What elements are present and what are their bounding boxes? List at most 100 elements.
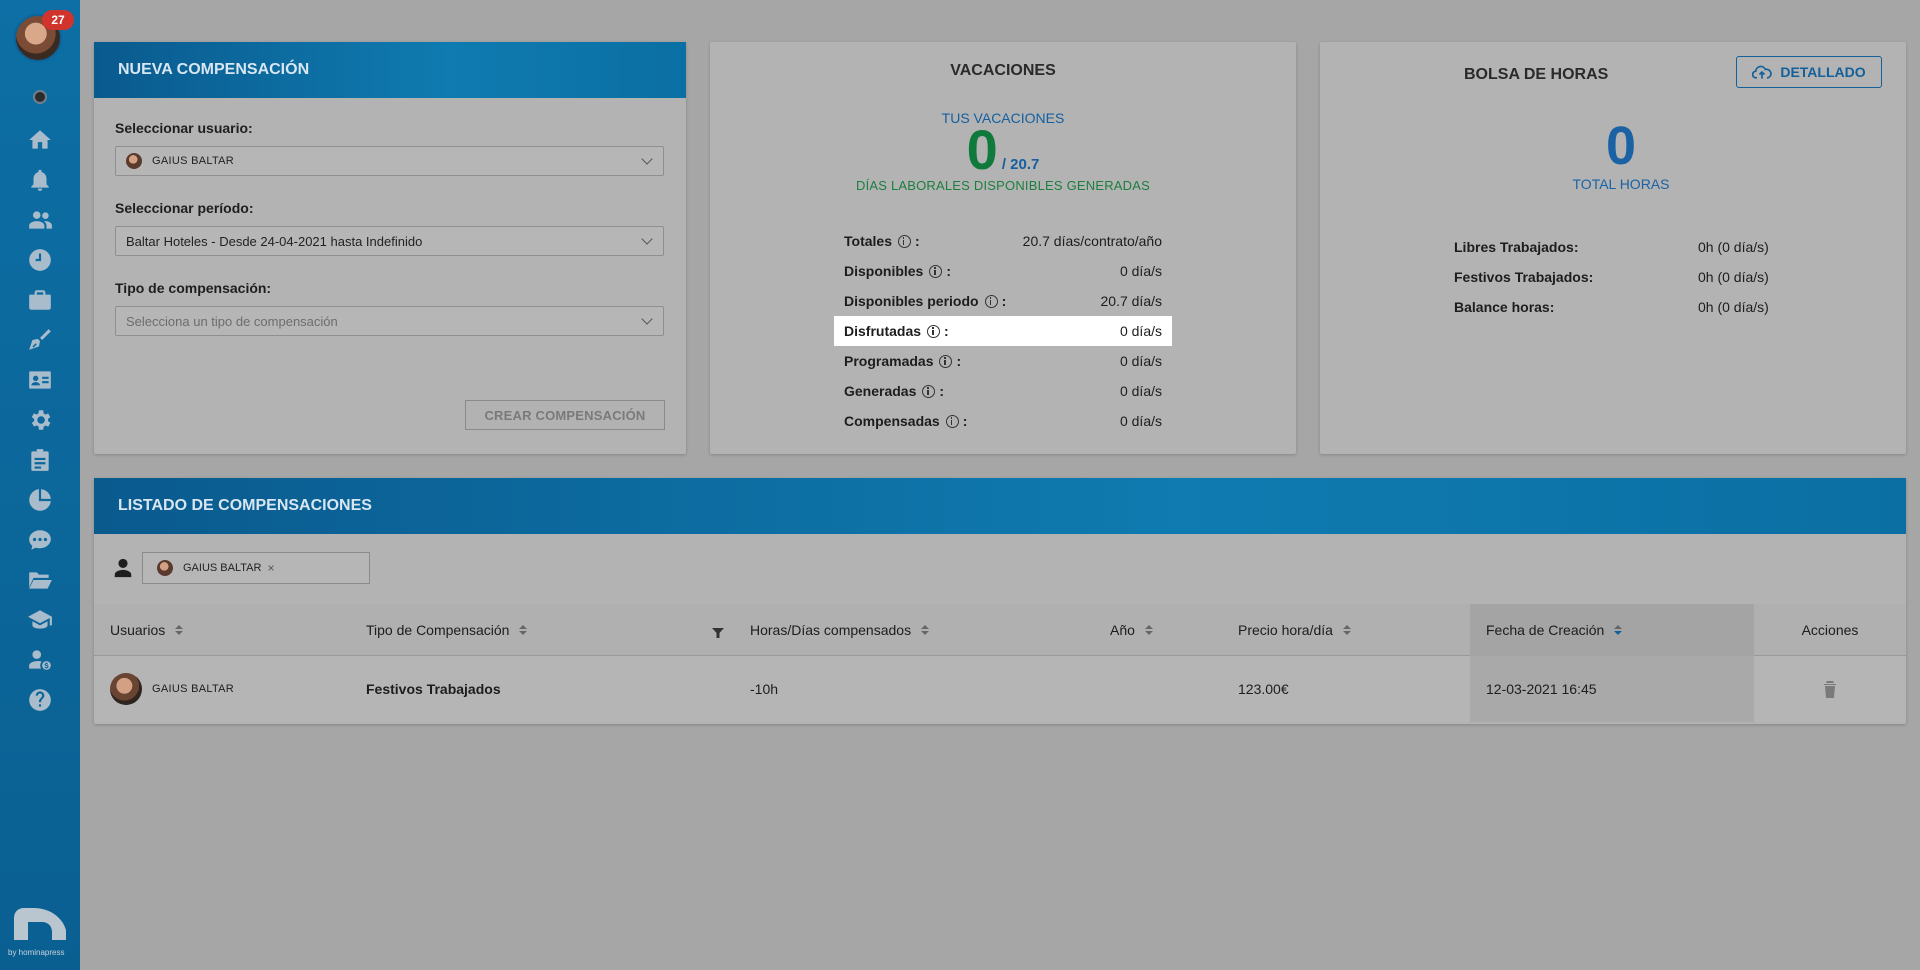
nav-tasks[interactable] <box>0 440 80 480</box>
nav-users[interactable] <box>0 200 80 240</box>
vacation-row-label: Disponibles periodo <box>844 293 979 309</box>
cell-anio <box>1094 656 1222 722</box>
vacation-row-totales: Totales:20.7 días/contrato/año <box>844 233 1162 249</box>
vacation-row-value: 20.7 días/contrato/año <box>1022 233 1162 249</box>
hours-row-value: 0h (0 día/s) <box>1698 269 1769 285</box>
hours-bank-title: BOLSA DE HORAS <box>1464 66 1609 83</box>
type-select[interactable]: Selecciona un tipo de compensación <box>115 306 664 336</box>
column-label: Horas/Días compensados <box>750 622 912 638</box>
trash-icon[interactable] <box>1823 680 1837 698</box>
nav-home[interactable] <box>0 120 80 160</box>
nav-notifications[interactable] <box>0 160 80 200</box>
info-icon[interactable] <box>927 324 941 338</box>
chevron-down-icon <box>641 153 653 165</box>
vacation-row-value: 20.7 día/s <box>1100 293 1163 309</box>
vacations-available-value: 0 <box>966 118 998 181</box>
create-compensation-button[interactable]: CREAR COMPENSACIÓN <box>465 400 665 430</box>
vacation-row-programadas: Programadas:0 día/s <box>844 353 1162 369</box>
info-icon[interactable] <box>984 294 998 308</box>
vacation-row-compensadas: Compensadas:0 día/s <box>844 413 1162 429</box>
logo-text: by hominapress <box>8 948 65 957</box>
graduation-cap-icon <box>28 610 52 629</box>
nav-payroll[interactable] <box>0 640 80 680</box>
period-select[interactable]: Baltar Hoteles - Desde 24-04-2021 hasta … <box>115 226 664 256</box>
column-header-tipo[interactable]: Tipo de Compensación <box>350 604 734 656</box>
nav-reports[interactable] <box>0 480 80 520</box>
nav-work[interactable] <box>0 280 80 320</box>
sort-icon <box>1342 625 1351 635</box>
detailed-button[interactable]: DETALLADO <box>1736 56 1882 88</box>
filter-icon[interactable] <box>712 625 724 638</box>
nav-help[interactable] <box>0 680 80 720</box>
nav-messages[interactable] <box>0 520 80 560</box>
user-filter-input[interactable]: GAIUS BALTAR × <box>142 552 370 584</box>
vacations-title: VACACIONES <box>950 62 1056 79</box>
filter-chip-label: GAIUS BALTAR <box>183 562 262 574</box>
new-compensation-card: NUEVA COMPENSACIÓN Seleccionar usuario: … <box>94 42 686 454</box>
vacation-row-disfrutadas: Disfrutadas:0 día/s <box>834 316 1172 346</box>
compensations-list-card: LISTADO DE COMPENSACIONES GAIUS BALTAR ×… <box>94 478 1906 724</box>
info-icon[interactable] <box>939 354 953 368</box>
nav-time[interactable] <box>0 240 80 280</box>
column-header-precio[interactable]: Precio hora/día <box>1222 604 1470 656</box>
vacation-row-label: Totales <box>844 233 892 249</box>
close-icon[interactable]: × <box>267 561 274 575</box>
briefcase-icon <box>29 290 51 310</box>
compensations-list-title: LISTADO DE COMPENSACIONES <box>94 478 1906 534</box>
nav-documents[interactable] <box>0 560 80 600</box>
help-icon <box>29 689 51 711</box>
column-header-fecha[interactable]: Fecha de Creación <box>1470 604 1754 656</box>
vacations-breakdown: Totales:20.7 días/contrato/año Disponibl… <box>834 226 1172 436</box>
vacation-row-label: Programadas <box>844 353 934 369</box>
column-header-usuarios[interactable]: Usuarios <box>94 604 350 656</box>
id-card-icon <box>29 371 51 389</box>
user-money-icon <box>29 650 51 670</box>
column-label: Tipo de Compensación <box>366 622 510 638</box>
vacations-total-value: / 20.7 <box>1001 156 1040 173</box>
chevron-down-icon <box>641 313 653 325</box>
hours-row: Balance horas: 0h (0 día/s) <box>1454 292 1804 322</box>
hours-row: Libres Trabajados: 0h (0 día/s) <box>1454 232 1804 262</box>
cell-horas: -10h <box>750 681 779 697</box>
user-select[interactable]: GAIUS BALTAR <box>115 146 664 176</box>
column-header-anio[interactable]: Año <box>1094 604 1222 656</box>
user-avatar-button[interactable]: 27 <box>14 10 74 62</box>
person-icon <box>114 558 132 578</box>
clock-icon <box>29 249 51 271</box>
nav-training[interactable] <box>0 600 80 640</box>
clipboard-icon <box>31 449 49 471</box>
user-select-label: Seleccionar usuario: <box>115 120 253 136</box>
vacation-row-label: Disponibles <box>844 263 924 279</box>
avatar <box>110 673 142 705</box>
vacation-row-label: Generadas <box>844 383 917 399</box>
info-icon[interactable] <box>929 264 943 278</box>
nav-profile[interactable] <box>0 360 80 400</box>
nav-cleaning[interactable] <box>0 320 80 360</box>
sidebar-nav <box>0 120 80 720</box>
cell-acciones <box>1754 656 1906 722</box>
info-icon[interactable] <box>922 384 936 398</box>
cell-usuario: GAIUS BALTAR <box>94 656 350 722</box>
column-label: Usuarios <box>110 622 166 638</box>
home-icon <box>29 130 51 149</box>
column-header-horas[interactable]: Horas/Días compensados <box>734 604 1094 656</box>
pie-chart-icon <box>29 489 51 511</box>
vacation-row-generadas: Generadas:0 día/s <box>844 383 1162 399</box>
sort-icon <box>921 625 930 635</box>
info-icon[interactable] <box>897 234 911 248</box>
nav-settings[interactable] <box>0 400 80 440</box>
cell-tipo: Festivos Trabajados <box>366 681 501 697</box>
type-select-placeholder: Selecciona un tipo de compensación <box>126 313 338 329</box>
chevron-down-icon <box>641 233 653 245</box>
sort-icon <box>175 625 184 635</box>
sort-icon <box>1614 625 1623 635</box>
hours-bank-card: BOLSA DE HORAS DETALLADO 0 TOTAL HORAS L… <box>1320 42 1906 454</box>
user-filter: GAIUS BALTAR × <box>112 552 370 584</box>
hours-row: Festivos Trabajados: 0h (0 día/s) <box>1454 262 1804 292</box>
hours-bank-breakdown: Libres Trabajados: 0h (0 día/s) Festivos … <box>1454 232 1804 322</box>
gear-icon <box>31 410 51 430</box>
sort-icon <box>519 625 528 635</box>
info-icon[interactable] <box>945 414 959 428</box>
vacation-row-value: 0 día/s <box>1119 263 1162 279</box>
cloud-upload-icon <box>1752 65 1773 79</box>
